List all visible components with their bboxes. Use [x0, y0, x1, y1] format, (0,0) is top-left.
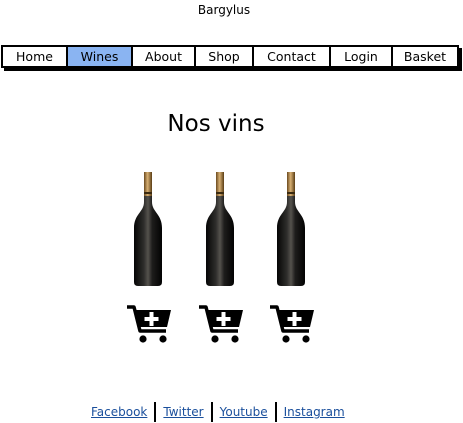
wine-bottle-image: [276, 172, 306, 286]
instagram-link[interactable]: Instagram: [277, 405, 352, 419]
wine-bottle-image: [205, 172, 235, 286]
nav-shop[interactable]: Shop: [196, 47, 254, 66]
main-navigation: Home Wines About Shop Contact Login Bask…: [1, 45, 459, 68]
nav-home[interactable]: Home: [3, 47, 68, 66]
add-to-cart-icon[interactable]: [269, 304, 315, 344]
twitter-link[interactable]: Twitter: [156, 405, 210, 419]
nav-about[interactable]: About: [133, 47, 196, 66]
footer-social-links: Facebook Twitter Youtube Instagram: [84, 402, 352, 422]
page-heading: Nos vins: [167, 111, 265, 137]
nav-wines[interactable]: Wines: [68, 47, 133, 66]
wine-bottle-image: [133, 172, 163, 286]
youtube-link[interactable]: Youtube: [213, 405, 275, 419]
facebook-link[interactable]: Facebook: [84, 405, 154, 419]
site-title: Bargylus: [197, 3, 251, 17]
add-to-cart-icon[interactable]: [126, 304, 172, 344]
nav-basket[interactable]: Basket: [393, 47, 457, 66]
nav-contact[interactable]: Contact: [254, 47, 331, 66]
nav-login[interactable]: Login: [331, 47, 393, 66]
add-to-cart-icon[interactable]: [198, 304, 244, 344]
